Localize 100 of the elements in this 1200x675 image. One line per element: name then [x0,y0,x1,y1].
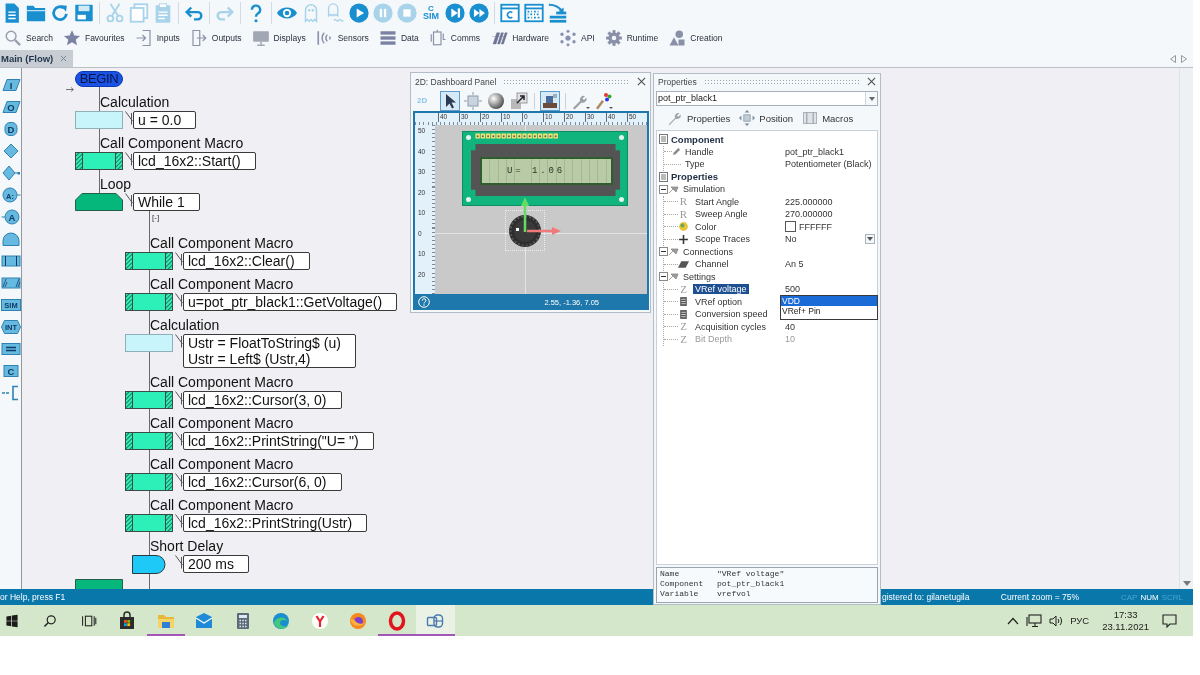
speech-bubble-icon[interactable] [1162,613,1177,628]
caret-right-icon[interactable] [1181,54,1187,63]
property-name[interactable]: VRef option [693,296,745,307]
simulation-button[interactable]: C SIM [420,2,442,24]
color-swatch[interactable] [785,221,796,233]
group-title: Connections [683,246,734,257]
step-icon[interactable] [444,2,466,24]
property-name[interactable]: Type [683,159,707,170]
property-name[interactable]: Sweep Angle [693,209,750,220]
property-value[interactable]: No [785,234,797,245]
dropdown-button[interactable] [865,234,875,245]
output-tool-button[interactable]: O [0,99,21,115]
callout-tail-icon [175,555,183,569]
close-icon[interactable] [637,77,646,86]
search-icon [4,29,22,47]
speaker-icon[interactable] [1049,613,1064,628]
collapse-icon[interactable] [659,184,668,194]
section-title: Properties [671,171,718,183]
inputs-button[interactable]: Inputs [134,29,180,47]
search-button[interactable]: Search [4,29,53,47]
collapse-icon[interactable] [659,247,668,257]
stacked-blocks-icon[interactable] [540,90,560,111]
dropdown-option[interactable]: VDD [781,295,877,306]
calculation-tool-button[interactable] [0,341,21,357]
paintbrush-icon[interactable] [594,90,614,111]
collapse-icon[interactable] [659,272,668,282]
sensors-button[interactable]: Sensors [315,29,369,47]
comms-button[interactable]: Comms [428,29,481,47]
caret-down-icon[interactable] [1182,581,1191,586]
callout-tail-icon [175,391,183,405]
step-label: Call Component Macro [150,235,294,251]
comment-callout: lcd_16x2::Cursor(6, 0) [183,473,342,491]
property-name[interactable]: Color [693,221,719,232]
switch-tool-button[interactable] [0,165,21,181]
binary-grid-icon[interactable] [523,2,545,24]
data-button[interactable]: Data [378,29,419,47]
save-icon[interactable] [73,2,95,24]
component-combobox[interactable]: pot_ptr_black1 [656,91,878,106]
vertical-scrollbar[interactable] [1179,68,1193,589]
parallelogram-icon [678,258,689,270]
export-icon[interactable] [547,2,569,24]
property-name[interactable]: Acquisition cycles [693,321,769,332]
dropdown-option[interactable]: VRef+ Pin [781,305,877,316]
comment-callout: Ustr = FloatToString$ (u) Ustr = Left$ (Ustr,4) [183,334,356,368]
collapse-toggle[interactable]: [-] [152,213,160,223]
code-tool-button[interactable]: C [0,363,21,379]
dropdown-button[interactable] [865,92,877,105]
callout-tail-icon [175,514,183,528]
api-button[interactable]: API [559,29,595,47]
property-value[interactable]: 270.000000 [785,209,833,220]
property-name[interactable]: Scope Traces [693,234,753,245]
property-value[interactable]: An 5 [785,259,804,270]
property-name[interactable]: Start Angle [693,196,742,207]
chevron-up-icon[interactable] [1007,616,1020,625]
property-name[interactable]: Handle [683,146,716,157]
help-icon[interactable] [418,296,430,308]
type-letter: Z [679,333,688,345]
zoom-box-icon[interactable] [509,90,529,111]
displays-button[interactable]: Displays [251,29,306,47]
window-icon[interactable] [499,2,521,24]
settings-icon [604,29,623,47]
step-label: Call Component Macro [150,276,294,292]
step-label: Short Delay [150,538,224,554]
play-icon[interactable] [348,2,370,24]
runtime-button[interactable]: Runtime [604,29,659,47]
zoom-readout: Current zoom = 75% [1000,592,1079,602]
panel-tab[interactable]: Macros [802,110,854,126]
sphere-icon[interactable] [486,90,506,111]
property-value[interactable]: 225.000000 [785,196,833,207]
property-value[interactable]: 40 [785,321,795,332]
section-title: Component [671,133,724,145]
language-indicator[interactable]: РУС [1070,615,1090,626]
property-name[interactable]: VRef voltage [693,284,749,295]
macro-tool-button[interactable] [0,231,21,247]
panel-tab[interactable]: Position [739,110,794,126]
property-value[interactable]: FFFFFF [799,221,832,232]
caret-left-icon[interactable] [1170,54,1176,63]
fast-forward-icon[interactable] [468,2,490,24]
property-name[interactable]: Channel [693,259,731,270]
key-indicator: NUM [1140,592,1159,602]
component-macro-tool-button[interactable] [0,253,21,269]
document-tab[interactable]: Main (Flow) [0,50,74,67]
reload-icon[interactable] [49,2,71,24]
close-icon[interactable] [867,77,876,86]
comment-tool-button[interactable] [0,385,21,401]
outputs-button[interactable]: Outputs [189,29,242,47]
favourites-button[interactable]: Favourites [62,29,125,47]
property-value[interactable]: Potentiometer (Black) [785,159,872,170]
property-value[interactable]: 500 [785,284,801,295]
property-tool-button[interactable] [0,275,21,291]
panel-tab[interactable]: Properties [667,110,731,126]
step-label: Call Component Macro [150,497,294,513]
clock-button[interactable]: 17:33 23.11.2021 [1096,608,1155,633]
creation-button[interactable]: Creation [668,29,723,47]
property-value[interactable]: pot_ptr_black1 [785,146,845,157]
property-name[interactable]: Conversion speed [693,309,770,320]
monitor-icon[interactable] [1026,613,1043,628]
input-tool-button[interactable]: I [0,77,21,93]
hardware-button[interactable]: Hardware [490,29,549,47]
step-label: Loop [100,176,132,192]
